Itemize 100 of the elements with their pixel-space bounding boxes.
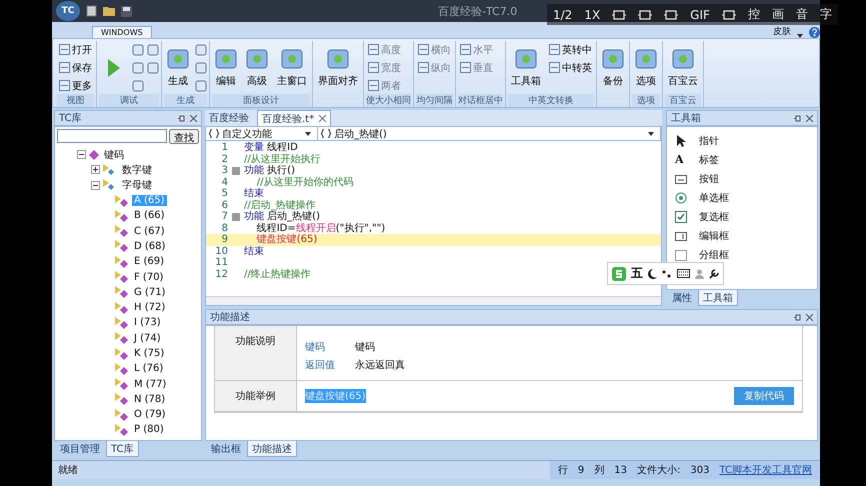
website-link[interactable]: TC脚本开发工具官网	[719, 463, 812, 477]
status-text: 就绪	[58, 464, 78, 477]
ribbon-button[interactable]: 选项	[632, 48, 660, 88]
close-icon[interactable]	[319, 114, 326, 122]
new-file-icon[interactable]	[86, 5, 97, 17]
document-tab[interactable]: 百度经验.t*	[257, 110, 332, 126]
tree-item[interactable]: 键码	[102, 148, 126, 162]
folder-icon[interactable]	[103, 6, 115, 16]
skin-menu[interactable]: 皮肤	[773, 25, 791, 38]
tool-icon[interactable]	[195, 62, 207, 74]
tree-item[interactable]: D (68)	[132, 240, 168, 252]
ribbon-button[interactable]: 界面对齐	[315, 48, 361, 88]
tool-icon[interactable]	[195, 80, 207, 92]
fold-icon[interactable]	[232, 212, 240, 221]
key-item-icon	[115, 424, 129, 436]
line-number: 6	[220, 200, 229, 211]
tool-icon[interactable]	[195, 44, 207, 56]
ribbon-button[interactable]: 英转中	[547, 42, 594, 56]
tree-item[interactable]: K (75)	[132, 348, 166, 359]
pin-icon[interactable]	[178, 114, 185, 122]
tree-item[interactable]: M (77)	[132, 378, 168, 390]
panel-tab[interactable]: 工具箱	[698, 290, 738, 306]
player-control[interactable]: 画	[772, 6, 784, 23]
frame-icon[interactable]	[722, 8, 736, 22]
ribbon-button[interactable]: 备份	[599, 48, 627, 88]
tool-icon[interactable]	[132, 80, 144, 92]
toolbox-item[interactable]: 复选框	[699, 210, 729, 224]
scope-dropdown[interactable]: 自定义功能	[206, 127, 318, 140]
horizontal-scrollbar[interactable]	[206, 296, 661, 305]
ribbon-button[interactable]: 中转英	[547, 60, 594, 74]
ribbon-button[interactable]: 主窗口	[274, 48, 310, 88]
input-mode[interactable]: 五	[631, 265, 643, 282]
tree-item[interactable]: H (72)	[132, 302, 168, 314]
ribbon-button[interactable]: 百宝云	[665, 48, 701, 88]
frame-icon[interactable]	[612, 8, 626, 22]
tree-item[interactable]: E (69)	[132, 256, 166, 268]
ribbon-button[interactable]: 保存	[57, 60, 94, 74]
panel-tab[interactable]: 功能描述	[247, 441, 297, 457]
tool-icon[interactable]	[147, 44, 159, 56]
tree-item[interactable]: C (67)	[132, 226, 167, 237]
key-item-icon	[115, 240, 129, 252]
pin-icon[interactable]	[794, 114, 801, 122]
tree-item[interactable]: J (74)	[132, 332, 163, 344]
save-icon[interactable]	[121, 6, 132, 16]
fold-icon[interactable]	[232, 166, 240, 175]
ribbon-button[interactable]: 更多	[57, 78, 94, 92]
search-field[interactable]	[57, 129, 167, 143]
collapse-toggle-icon[interactable]	[77, 150, 86, 160]
frame-icon[interactable]	[664, 8, 678, 22]
wrench-icon[interactable]	[709, 268, 719, 278]
tree-item[interactable]: O (79)	[132, 409, 168, 420]
player-control[interactable]: 控	[748, 6, 760, 23]
tool-icon[interactable]	[132, 62, 144, 74]
ribbon-button[interactable]: 高级	[243, 48, 271, 88]
punctuation-icon[interactable]	[662, 268, 672, 278]
toolbox-item[interactable]: 单选框	[699, 190, 729, 204]
ime-logo-icon[interactable]	[612, 266, 626, 280]
close-icon[interactable]	[806, 314, 813, 320]
ribbon-tab[interactable]: WINDOWS	[92, 26, 152, 38]
expand-toggle-icon[interactable]	[91, 165, 100, 174]
search-button[interactable]: 查找	[169, 129, 199, 144]
toolbox-item[interactable]: 指针	[699, 134, 719, 148]
panel-tab[interactable]: 输出框	[207, 441, 245, 457]
tree-item[interactable]: F (70)	[132, 272, 166, 283]
tree-item[interactable]: L (76)	[132, 363, 166, 374]
tree-item[interactable]: G (71)	[132, 286, 168, 298]
tool-icon[interactable]	[132, 44, 144, 56]
keyboard-icon[interactable]	[677, 269, 690, 278]
panel-tab[interactable]: TC库	[106, 441, 139, 457]
frame-icon[interactable]	[638, 8, 652, 22]
ribbon-button[interactable]: 工具箱	[508, 48, 544, 88]
document-tab[interactable]: 百度经验	[205, 110, 253, 126]
toolbox-item[interactable]: 标签	[699, 152, 719, 166]
help-icon[interactable]	[809, 27, 820, 38]
tree-item[interactable]: B (66)	[132, 210, 167, 222]
player-control[interactable]: 1/2	[553, 8, 572, 22]
player-control[interactable]: 音	[796, 6, 808, 23]
panel-tab[interactable]: 项目管理	[56, 441, 104, 457]
ribbon-button[interactable]: 生成	[164, 48, 192, 88]
expand-toggle-icon[interactable]	[91, 180, 100, 190]
moon-icon[interactable]	[648, 268, 657, 278]
close-icon[interactable]	[190, 114, 197, 122]
tool-icon[interactable]	[147, 62, 159, 74]
toolbox-item[interactable]: 按钮	[699, 172, 719, 186]
ribbon-button[interactable]: 编辑	[212, 48, 240, 88]
ribbon-button[interactable]: 打开	[57, 42, 94, 56]
function-dropdown[interactable]: 启动_热键()	[318, 127, 661, 140]
player-control[interactable]: GIF	[690, 8, 710, 22]
tree-item[interactable]: I (73)	[132, 317, 163, 328]
tree-item[interactable]: P (80)	[132, 424, 166, 436]
toolbox-item[interactable]: 编辑框	[699, 228, 729, 242]
tree-item[interactable]: 数字键	[120, 162, 154, 177]
tree-item[interactable]: 字母键	[120, 178, 154, 192]
pin-icon[interactable]	[794, 314, 801, 320]
player-control[interactable]: 字	[820, 6, 832, 23]
player-control[interactable]: 1X	[584, 8, 600, 22]
toolbox-item[interactable]: 分组框	[699, 248, 729, 262]
close-icon[interactable]	[806, 114, 813, 122]
tree-item[interactable]: N (78)	[132, 394, 168, 405]
panel-tab[interactable]: 属性	[668, 290, 696, 306]
